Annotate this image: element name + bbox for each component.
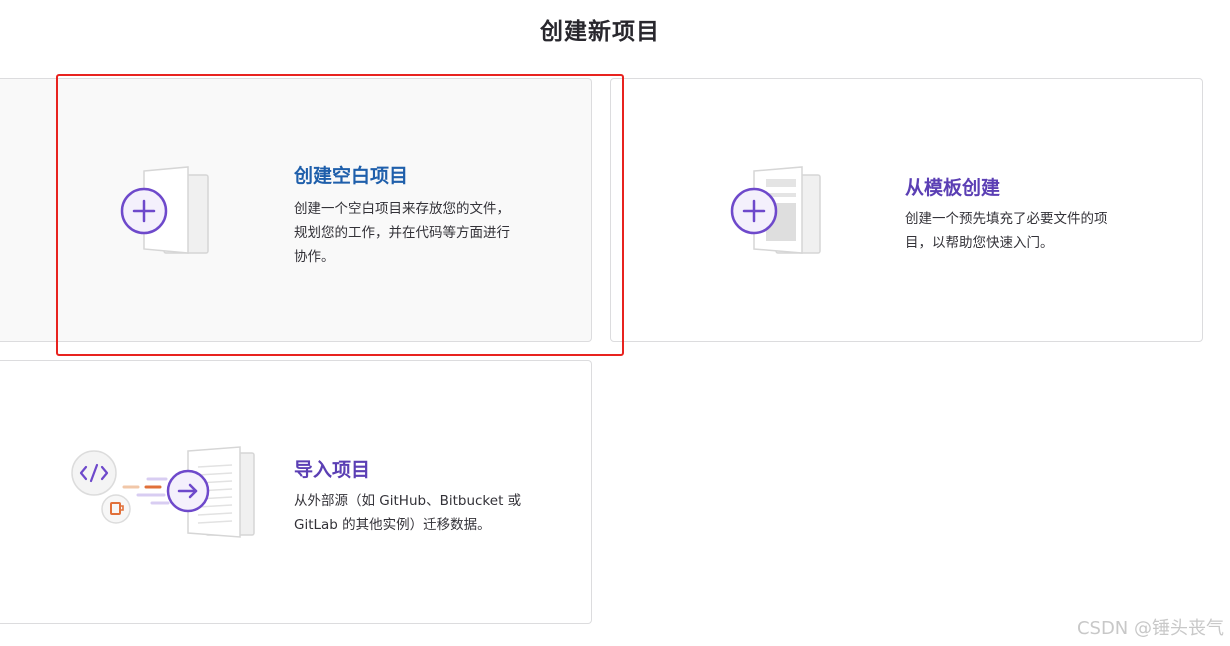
- blank-project-title[interactable]: 创建空白项目: [294, 161, 408, 188]
- watermark: CSDN @锤头丧气: [1076, 618, 1224, 639]
- description-line: 创建一个预先填充了必要文件的项: [905, 211, 1108, 227]
- import-project-card[interactable]: 导入项目 从外部源（如 GitHub、Bitbucket 或 GitLab 的其…: [0, 360, 592, 624]
- new-project-page: 创建新项目 创建空白项目 创建一个空白项目来存放您的文件， 规划您的工作，并在代…: [0, 0, 1230, 646]
- description-line: GitLab 的其他实例）迁移数据。: [294, 517, 491, 533]
- template-description: 创建一个预先填充了必要文件的项 目，以帮助您快速入门。: [905, 207, 1165, 255]
- source-icon: [101, 494, 131, 524]
- blank-project-illustration: [120, 166, 209, 254]
- blank-project-description: 创建一个空白项目来存放您的文件， 规划您的工作，并在代码等方面进行 协作。: [294, 197, 564, 269]
- import-illustration: [71, 446, 255, 538]
- arrow-right-icon: [166, 469, 210, 513]
- description-line: 协作。: [294, 249, 335, 265]
- description-line: 创建一个空白项目来存放您的文件，: [294, 201, 510, 217]
- import-project-title[interactable]: 导入项目: [294, 455, 370, 482]
- description-line: 从外部源（如 GitHub、Bitbucket 或: [294, 493, 522, 509]
- template-illustration: [730, 166, 821, 254]
- plus-icon: [730, 187, 778, 235]
- template-title[interactable]: 从模板创建: [905, 173, 1000, 200]
- create-blank-project-card[interactable]: 创建空白项目 创建一个空白项目来存放您的文件， 规划您的工作，并在代码等方面进行…: [0, 78, 592, 342]
- import-project-description: 从外部源（如 GitHub、Bitbucket 或 GitLab 的其他实例）迁…: [294, 489, 564, 537]
- create-from-template-card[interactable]: 从模板创建 创建一个预先填充了必要文件的项 目，以帮助您快速入门。: [610, 78, 1203, 342]
- code-icon: [71, 450, 117, 496]
- description-line: 目，以帮助您快速入门。: [905, 235, 1054, 251]
- plus-icon: [120, 187, 168, 235]
- description-line: 规划您的工作，并在代码等方面进行: [294, 225, 510, 241]
- page-title: 创建新项目: [540, 19, 660, 45]
